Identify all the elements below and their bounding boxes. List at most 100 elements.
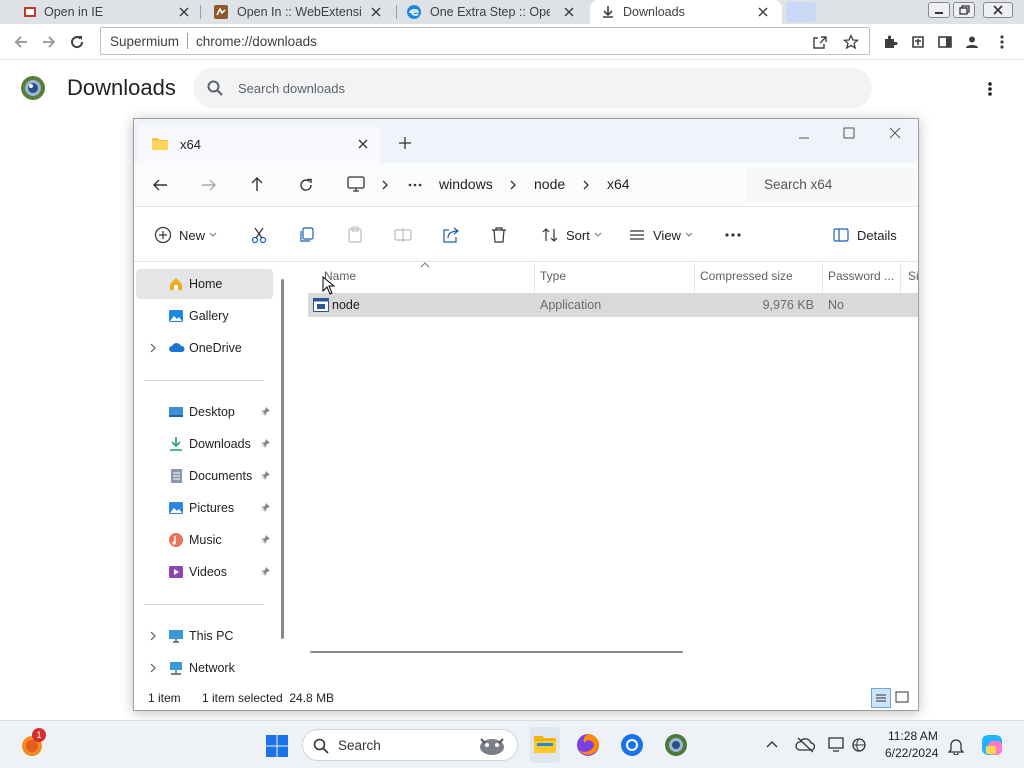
explorer-search-box[interactable]: Search x64	[746, 169, 916, 201]
nav-item-downloads[interactable]: Downloads	[136, 429, 273, 459]
weather-widget-icon[interactable]: 1	[20, 728, 46, 757]
details-view-toggle-icon[interactable]	[871, 688, 891, 708]
extensions-puzzle-icon[interactable]	[880, 32, 900, 52]
monitor-icon[interactable]	[347, 176, 365, 192]
downloads-search-bar[interactable]: Search downloads	[193, 68, 872, 108]
nav-item-this-pc[interactable]: This PC	[136, 621, 273, 651]
new-tab-plus-icon[interactable]	[398, 136, 412, 150]
reload-button[interactable]	[66, 31, 88, 53]
new-button[interactable]: New	[154, 221, 217, 249]
browser-tab-downloads[interactable]: Downloads	[590, 0, 782, 24]
nav-item-music[interactable]: Music	[136, 525, 273, 555]
nav-item-desktop[interactable]: Desktop	[136, 397, 273, 427]
share-icon[interactable]	[811, 33, 829, 51]
downloads-more-menu-icon[interactable]	[978, 78, 1002, 100]
table-row[interactable]: node Application 9,976 KB No	[308, 293, 918, 317]
copilot-icon[interactable]	[980, 733, 1004, 757]
chevron-right-icon[interactable]	[148, 663, 158, 673]
forward-button[interactable]	[38, 31, 60, 53]
nav-item-pictures[interactable]: Pictures	[136, 493, 273, 523]
breadcrumb-chevron-icon[interactable]	[582, 180, 590, 190]
pin-icon[interactable]	[260, 502, 271, 513]
close-tab-icon[interactable]	[369, 5, 383, 19]
back-button[interactable]	[10, 31, 32, 53]
restore-button[interactable]	[953, 2, 975, 18]
copy-icon[interactable]	[298, 221, 316, 249]
bookmark-star-icon[interactable]	[842, 33, 860, 51]
side-panel-icon[interactable]	[935, 32, 955, 52]
pin-icon[interactable]	[260, 566, 271, 577]
new-tab-button[interactable]	[786, 2, 816, 22]
explorer-tab[interactable]: x64	[138, 125, 380, 163]
show-hidden-icons-chevron-icon[interactable]	[766, 740, 778, 748]
nav-item-network[interactable]: Network	[136, 653, 273, 683]
nav-item-onedrive[interactable]: OneDrive	[136, 333, 273, 363]
nav-item-videos[interactable]: Videos	[136, 557, 273, 587]
horizontal-scrollbar[interactable]	[310, 651, 683, 653]
nav-pane-scrollbar[interactable]	[281, 279, 284, 639]
clock-time[interactable]: 11:28 AM	[888, 729, 938, 743]
extension-icon[interactable]	[908, 32, 928, 52]
tiles-view-toggle-icon[interactable]	[895, 690, 909, 704]
start-button[interactable]	[265, 734, 289, 758]
supermium-taskbar-icon[interactable]	[664, 733, 688, 757]
delete-icon[interactable]	[490, 221, 508, 249]
omnibox[interactable]: Supermium chrome://downloads	[100, 27, 870, 55]
profile-icon[interactable]	[962, 32, 982, 52]
display-icon[interactable]	[828, 737, 846, 753]
close-tab-icon[interactable]	[357, 138, 369, 150]
breadcrumb-overflow-icon[interactable]	[408, 183, 422, 187]
search-input[interactable]: Search downloads	[238, 81, 345, 96]
breadcrumb-item-windows[interactable]: windows	[439, 176, 493, 192]
chevron-right-icon[interactable]	[148, 343, 158, 353]
minimize-button[interactable]	[798, 132, 810, 144]
pin-icon[interactable]	[260, 534, 271, 545]
back-arrow-icon[interactable]	[152, 178, 168, 192]
breadcrumb-chevron-icon[interactable]	[509, 180, 517, 190]
taskbar-search-box[interactable]: Search	[302, 729, 518, 761]
breadcrumb-item-node[interactable]: node	[534, 176, 565, 192]
nav-item-home[interactable]: Home	[136, 269, 273, 299]
chrome-taskbar-icon[interactable]	[620, 733, 644, 757]
cloud-offline-icon[interactable]	[795, 737, 815, 753]
network-status-icon[interactable]	[852, 737, 870, 753]
nav-item-documents[interactable]: Documents	[136, 461, 273, 491]
clock-date[interactable]: 6/22/2024	[885, 746, 938, 760]
file-explorer-taskbar-icon[interactable]	[530, 727, 560, 763]
column-header-password[interactable]: Password ...	[828, 269, 894, 283]
column-header-size[interactable]: Si	[908, 269, 918, 283]
rename-icon[interactable]	[394, 221, 412, 249]
breadcrumb-item-x64[interactable]: x64	[607, 176, 630, 192]
browser-tab-one-extra-step[interactable]: One Extra Step :: Open	[406, 0, 584, 24]
forward-arrow-icon[interactable]	[201, 178, 217, 192]
maximize-button[interactable]	[843, 127, 855, 139]
browser-tab-open-in-ie[interactable]: Open in IE	[22, 0, 197, 24]
chevron-right-icon[interactable]	[148, 631, 158, 641]
view-button[interactable]: View	[628, 221, 693, 249]
minimize-button[interactable]	[928, 2, 950, 18]
column-header-type[interactable]: Type	[540, 269, 566, 283]
nav-item-gallery[interactable]: Gallery	[136, 301, 273, 331]
close-tab-icon[interactable]	[756, 5, 770, 19]
sort-button[interactable]: Sort	[541, 221, 602, 249]
cut-icon[interactable]	[250, 221, 268, 249]
more-options-icon[interactable]	[724, 221, 742, 249]
explorer-search-input[interactable]: Search x64	[764, 177, 832, 192]
details-button[interactable]: Details	[832, 221, 897, 249]
close-tab-icon[interactable]	[177, 5, 191, 19]
close-window-button[interactable]	[889, 127, 901, 139]
up-arrow-icon[interactable]	[250, 176, 264, 192]
close-window-button[interactable]	[983, 2, 1013, 18]
paste-icon[interactable]	[346, 221, 364, 249]
notification-bell-icon[interactable]	[948, 737, 964, 755]
browser-menu-icon[interactable]	[992, 32, 1012, 52]
pin-icon[interactable]	[260, 438, 271, 449]
share-icon[interactable]	[442, 221, 460, 249]
firefox-taskbar-icon[interactable]	[576, 733, 600, 757]
column-header-compressed-size[interactable]: Compressed size	[700, 269, 793, 283]
pin-icon[interactable]	[260, 470, 271, 481]
close-tab-icon[interactable]	[562, 5, 576, 19]
breadcrumb-chevron-icon[interactable]	[381, 180, 389, 190]
browser-tab-open-in-webextensions[interactable]: Open In :: WebExtensions	[213, 0, 393, 24]
pin-icon[interactable]	[260, 406, 271, 417]
